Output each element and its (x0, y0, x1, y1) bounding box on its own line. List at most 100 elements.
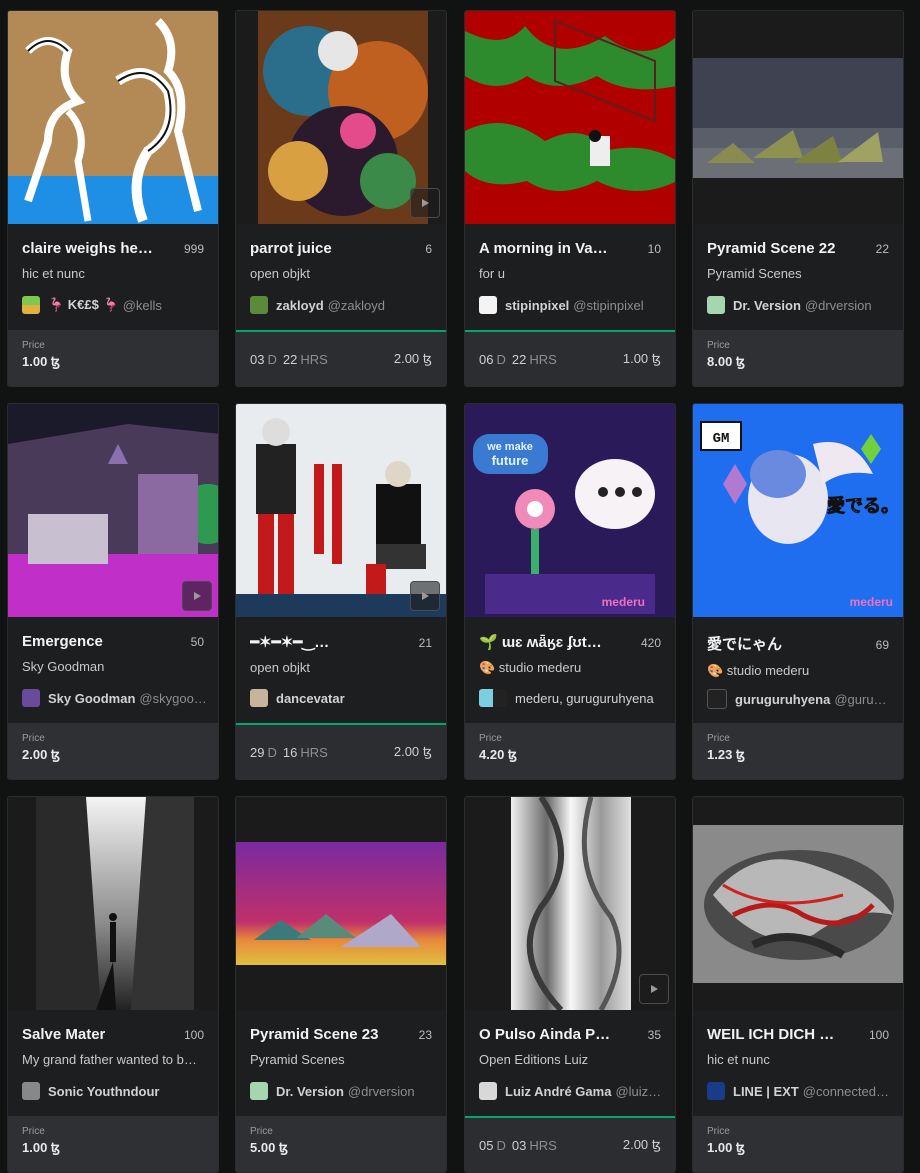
auction-timer: 05 D 03 HRS (479, 1137, 557, 1153)
price-footer[interactable]: Price 4.20 ꜩ (465, 723, 675, 779)
auction-timer: 29 D 16 HRS (250, 744, 328, 760)
play-button[interactable] (639, 974, 669, 1004)
artwork-card[interactable]: Pyramid Scene 23 23 Pyramid Scenes Dr. Ve… (235, 796, 447, 1173)
artwork-card[interactable]: WEIL ICH DICH … 100 hic et nunc LINE | EX… (692, 796, 904, 1173)
artwork-subtitle: Pyramid Scenes (250, 1052, 345, 1067)
auction-footer[interactable]: 06 D 22 HRS 1.00 ꜩ (465, 330, 675, 386)
creator-name: dancevatar (276, 690, 345, 706)
price-value: 5.00 ꜩ (250, 1140, 289, 1155)
artwork-card[interactable]: Emergence 50 Sky Goodman Sky Goodman @sky… (7, 403, 219, 780)
artwork-title[interactable]: Pyramid Scene 22 (707, 240, 835, 257)
artwork-thumbnail[interactable] (236, 11, 446, 224)
avatar (250, 689, 268, 707)
play-icon (194, 592, 201, 600)
artwork-title[interactable]: Pyramid Scene 23 (250, 1026, 378, 1043)
artwork-title[interactable]: claire weighs he… (22, 240, 153, 257)
auction-footer[interactable]: 29 D 16 HRS 2.00 ꜩ (236, 723, 446, 779)
auction-footer[interactable]: 03 D 22 HRS 2.00 ꜩ (236, 330, 446, 386)
price-footer[interactable]: Price 1.23 ꜩ (693, 723, 903, 779)
artwork-grid: claire weighs he… 999 hic et nunc 🦩 K€£$ … (0, 0, 920, 1173)
creator-link[interactable]: Sonic Youthndour (22, 1082, 208, 1100)
price-value: 1.00 ꜩ (707, 1140, 746, 1155)
price-label: Price (22, 733, 45, 744)
price-label: Price (250, 1126, 273, 1137)
edition-count: 69 (875, 638, 889, 652)
creator-link[interactable]: Sky Goodman @skygoo… (22, 689, 208, 707)
svg-text:mederu: mederu (850, 595, 893, 609)
creator-link[interactable]: dancevatar (250, 689, 436, 707)
avatar (250, 1082, 268, 1100)
artwork-title[interactable]: 🌱 ɯɛ ʍǟӄɛ ʄʊt… (479, 633, 602, 651)
artwork-subtitle: Open Editions Luiz (479, 1052, 589, 1067)
artwork-image (511, 797, 631, 1010)
artwork-card[interactable]: GM 愛でる。 mederu 愛でにゃん 69 🎨 studio mederu g… (692, 403, 904, 780)
creator-name: Sky Goodman (48, 690, 136, 706)
artwork-thumbnail[interactable] (236, 404, 446, 617)
artwork-card[interactable]: ━✶━✶━‿… 21 open objkt dancevatar 29 D 16 HRS… (235, 403, 447, 780)
artwork-card[interactable]: parrot juice 6 open objkt zakloyd @zakloy… (235, 10, 447, 387)
artwork-thumbnail[interactable]: GM 愛でる。 mederu (693, 404, 903, 617)
artwork-thumbnail[interactable] (236, 797, 446, 1010)
artwork-image (258, 11, 428, 224)
artwork-card[interactable]: Salve Mater 100 My grand father wanted to… (7, 796, 219, 1173)
creator-link[interactable]: 🦩 K€£$ 🦩 @kells (22, 296, 208, 314)
price-footer[interactable]: Price 1.00 ꜩ (693, 1116, 903, 1172)
artwork-card[interactable]: we make future mederu 🌱 ɯɛ ʍǟӄɛ ʄʊt… 420 … (464, 403, 676, 780)
artwork-card[interactable]: Pyramid Scene 22 22 Pyramid Scenes Dr. Ve… (692, 10, 904, 387)
creator-link[interactable]: stipinpixel @stipinpixel (479, 296, 665, 314)
artwork-thumbnail[interactable] (465, 797, 675, 1010)
artwork-thumbnail[interactable] (693, 11, 903, 224)
artwork-title[interactable]: Salve Mater (22, 1026, 105, 1043)
creator-link[interactable]: mederu, guruguruhyena (479, 689, 665, 707)
edition-count: 10 (647, 242, 661, 256)
auction-footer[interactable]: 05 D 03 HRS 2.00 ꜩ (465, 1116, 675, 1172)
artwork-card[interactable]: claire weighs he… 999 hic et nunc 🦩 K€£$ … (7, 10, 219, 387)
price-label: Price (22, 340, 45, 351)
artwork-subtitle: 🎨 studio mederu (479, 660, 582, 675)
creator-link[interactable]: guruguruhyena @guru… (707, 689, 893, 709)
artwork-title[interactable]: 愛でにゃん (707, 633, 782, 654)
creator-link[interactable]: zakloyd @zakloyd (250, 296, 436, 314)
price-footer[interactable]: Price 8.00 ꜩ (693, 330, 903, 386)
artwork-thumbnail[interactable] (8, 404, 218, 617)
creator-link[interactable]: Dr. Version @drversion (707, 296, 893, 314)
creator-link[interactable]: Luiz André Gama @luiz… (479, 1082, 665, 1100)
creator-link[interactable]: Dr. Version @drversion (250, 1082, 436, 1100)
artwork-thumbnail[interactable] (8, 11, 218, 224)
artwork-card[interactable]: A morning in Va… 10 for u stipinpixel @st… (464, 10, 676, 387)
price-footer[interactable]: Price 2.00 ꜩ (8, 723, 218, 779)
artwork-card[interactable]: O Pulso Ainda P… 35 Open Editions Luiz Lu… (464, 796, 676, 1173)
artwork-thumbnail[interactable] (8, 797, 218, 1010)
artwork-title[interactable]: parrot juice (250, 240, 332, 257)
artwork-title[interactable]: ━✶━✶━‿… (250, 633, 329, 651)
price-label: Price (22, 1126, 45, 1137)
price-footer[interactable]: Price 1.00 ꜩ (8, 1116, 218, 1172)
artwork-title[interactable]: A morning in Va… (479, 240, 608, 257)
artwork-thumbnail[interactable] (693, 797, 903, 1010)
current-bid: 2.00 ꜩ (622, 1137, 661, 1152)
play-button[interactable] (182, 581, 212, 611)
avatar (479, 689, 507, 707)
creator-handle: @luiz… (615, 1083, 662, 1099)
play-button[interactable] (410, 188, 440, 218)
artwork-image (693, 58, 903, 178)
artwork-image (693, 825, 903, 983)
creator-name: stipinpixel (505, 297, 570, 313)
artwork-thumbnail[interactable] (465, 11, 675, 224)
artwork-subtitle: for u (479, 266, 506, 281)
edition-count: 21 (418, 636, 432, 650)
price-footer[interactable]: Price 5.00 ꜩ (236, 1116, 446, 1172)
avatar (22, 689, 40, 707)
artwork-title[interactable]: WEIL ICH DICH … (707, 1026, 834, 1043)
artwork-image: GM 愛でる。 mederu (693, 404, 903, 617)
price-footer[interactable]: Price 1.00 ꜩ (8, 330, 218, 386)
creator-link[interactable]: LINE | EXT @connected… (707, 1082, 893, 1100)
artwork-title[interactable]: O Pulso Ainda P… (479, 1026, 610, 1043)
svg-text:future: future (492, 453, 529, 468)
price-label: Price (707, 733, 730, 744)
price-value: 1.23 ꜩ (707, 747, 746, 762)
play-button[interactable] (410, 581, 440, 611)
creator-name: LINE | EXT (733, 1083, 799, 1099)
artwork-title[interactable]: Emergence (22, 633, 103, 650)
artwork-thumbnail[interactable]: we make future mederu (465, 404, 675, 617)
